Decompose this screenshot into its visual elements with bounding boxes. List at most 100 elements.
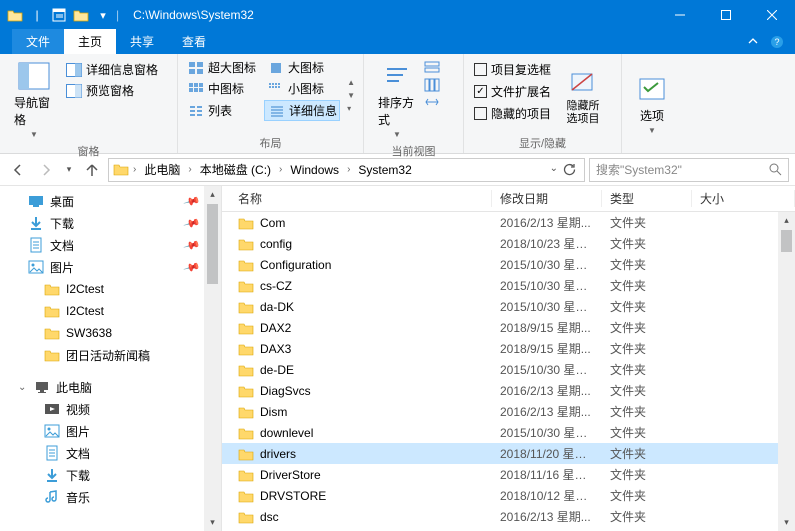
table-row[interactable]: da-DK2015/10/30 星期...文件夹 [222,296,795,317]
nav-pane-icon [18,60,50,92]
table-row[interactable]: cs-CZ2015/10/30 星期...文件夹 [222,275,795,296]
file-type: 文件夹 [602,340,692,357]
table-row[interactable]: Com2016/2/13 星期...文件夹 [222,212,795,233]
collapse-ribbon-button[interactable] [741,30,765,54]
sidebar-item[interactable]: 文档 [0,442,221,464]
options-button[interactable]: 选项 ▼ [628,58,676,149]
refresh-icon[interactable] [562,163,576,177]
sidebar-item[interactable]: I2Ctest [0,278,221,300]
sidebar-item[interactable]: 图片 [0,420,221,442]
file-name: config [260,237,292,251]
hidden-items-toggle[interactable]: 隐藏的项目 [470,104,555,123]
scroll-up-button[interactable]: ▴ [204,186,221,203]
item-checkboxes-toggle[interactable]: 项目复选框 [470,60,555,79]
table-row[interactable]: downlevel2015/10/30 星期...文件夹 [222,422,795,443]
help-button[interactable]: ? [765,30,789,54]
sidebar-item[interactable]: 图片📌 [0,256,221,278]
tab-home[interactable]: 主页 [64,29,116,54]
table-row[interactable]: drivers2018/11/20 星期...文件夹 [222,443,795,464]
table-row[interactable]: config2018/10/23 星期...文件夹 [222,233,795,254]
scroll-down-button[interactable]: ▾ [204,514,221,531]
maximize-button[interactable] [703,0,749,30]
details-button[interactable]: 详细信息 [264,100,340,121]
table-row[interactable]: dsc2016/2/13 星期...文件夹 [222,506,795,527]
column-type[interactable]: 类型 [602,190,692,207]
table-row[interactable]: DriverStore2018/11/16 星期...文件夹 [222,464,795,485]
crumb-drive[interactable]: 本地磁盘 (C:) [196,161,275,178]
file-date: 2015/10/30 星期... [492,298,602,315]
large-icons-button[interactable]: 大图标 [264,58,340,77]
group-by-icon[interactable] [424,61,440,75]
scroll-down-button[interactable]: ▾ [778,514,795,531]
scrollbar-thumb[interactable] [207,204,218,284]
tab-file[interactable]: 文件 [12,29,64,54]
crumb-system32[interactable]: System32 [354,163,415,177]
table-row[interactable]: DAX32018/9/15 星期...文件夹 [222,338,795,359]
details-pane-button[interactable]: 详细信息窗格 [62,60,162,79]
folder-icon [238,489,254,503]
recent-dropdown[interactable]: ▾ [62,158,76,182]
table-row[interactable]: Configuration2015/10/30 星期...文件夹 [222,254,795,275]
sidebar-item[interactable]: 团日活动新闻稿 [0,344,221,366]
layout-scroll-up[interactable]: ▲ [345,76,357,89]
table-row[interactable]: Dism2016/2/13 星期...文件夹 [222,401,795,422]
list-button[interactable]: 列表 [184,100,264,121]
search-icon[interactable] [769,163,782,176]
extra-large-icons-button[interactable]: 超大图标 [184,58,264,77]
crumb-windows[interactable]: Windows [286,163,343,177]
hide-selected-button[interactable]: 隐藏所选项目 [555,58,611,133]
qat-dropdown-icon[interactable] [72,6,90,24]
sidebar-item[interactable]: 下载📌 [0,212,221,234]
sidebar-item[interactable]: 桌面📌 [0,190,221,212]
table-row[interactable]: de-DE2015/10/30 星期...文件夹 [222,359,795,380]
table-row[interactable]: DAX22018/9/15 星期...文件夹 [222,317,795,338]
sidebar-item[interactable]: 视频 [0,398,221,420]
file-extensions-toggle[interactable]: ✓ 文件扩展名 [470,82,555,101]
table-row[interactable]: DRVSTORE2018/10/12 星期...文件夹 [222,485,795,506]
layout-more[interactable]: ▾ [345,102,357,115]
preview-pane-button[interactable]: 预览窗格 [62,81,162,100]
chevron-right-icon[interactable]: › [186,164,193,175]
sidebar-item[interactable]: SW3638 [0,322,221,344]
chevron-right-icon[interactable]: › [277,164,284,175]
minimize-button[interactable] [657,0,703,30]
back-button[interactable] [6,158,30,182]
crumb-this-pc[interactable]: 此电脑 [140,161,184,178]
tab-view[interactable]: 查看 [168,29,220,54]
size-columns-icon[interactable] [424,95,440,109]
layout-scroll-down[interactable]: ▼ [345,89,357,102]
tab-share[interactable]: 共享 [116,29,168,54]
table-row[interactable]: DiagSvcs2016/2/13 星期...文件夹 [222,380,795,401]
address-bar[interactable]: › 此电脑 › 本地磁盘 (C:) › Windows › System32 ⌄ [108,158,585,182]
file-type: 文件夹 [602,445,692,462]
search-input[interactable]: 搜索"System32" [589,158,789,182]
file-name: DRVSTORE [260,489,326,503]
nav-pane-button[interactable]: 导航窗格 ▼ [6,58,62,141]
expand-icon[interactable]: ⌄ [18,382,28,393]
medium-icons-button[interactable]: 中图标 [184,79,264,98]
close-button[interactable] [749,0,795,30]
address-dropdown-icon[interactable]: ⌄ [550,163,558,177]
add-columns-icon[interactable] [424,78,440,92]
sidebar-item[interactable]: 文档📌 [0,234,221,256]
scrollbar-thumb[interactable] [781,230,792,252]
chevron-right-icon[interactable]: › [131,164,138,175]
sidebar-item-this-pc[interactable]: ⌄此电脑 [0,376,221,398]
picture-icon [44,423,60,439]
small-icons-button[interactable]: 小图标 [264,79,340,98]
sidebar-item-label: I2Ctest [66,304,104,318]
sidebar-item[interactable]: 下载 [0,464,221,486]
up-button[interactable] [80,158,104,182]
sort-button[interactable]: 排序方式 ▼ [370,58,424,141]
qat-chevron[interactable]: ▾ [94,6,112,24]
column-size[interactable]: 大小 [692,190,795,207]
sidebar-item[interactable]: 音乐 [0,486,221,508]
column-name[interactable]: 名称 [222,190,492,207]
file-type: 文件夹 [602,319,692,336]
forward-button[interactable] [34,158,58,182]
qat-properties-icon[interactable] [50,6,68,24]
scroll-up-button[interactable]: ▴ [778,212,795,229]
chevron-right-icon[interactable]: › [345,164,352,175]
sidebar-item[interactable]: I2Ctest [0,300,221,322]
column-date[interactable]: 修改日期 [492,190,602,207]
